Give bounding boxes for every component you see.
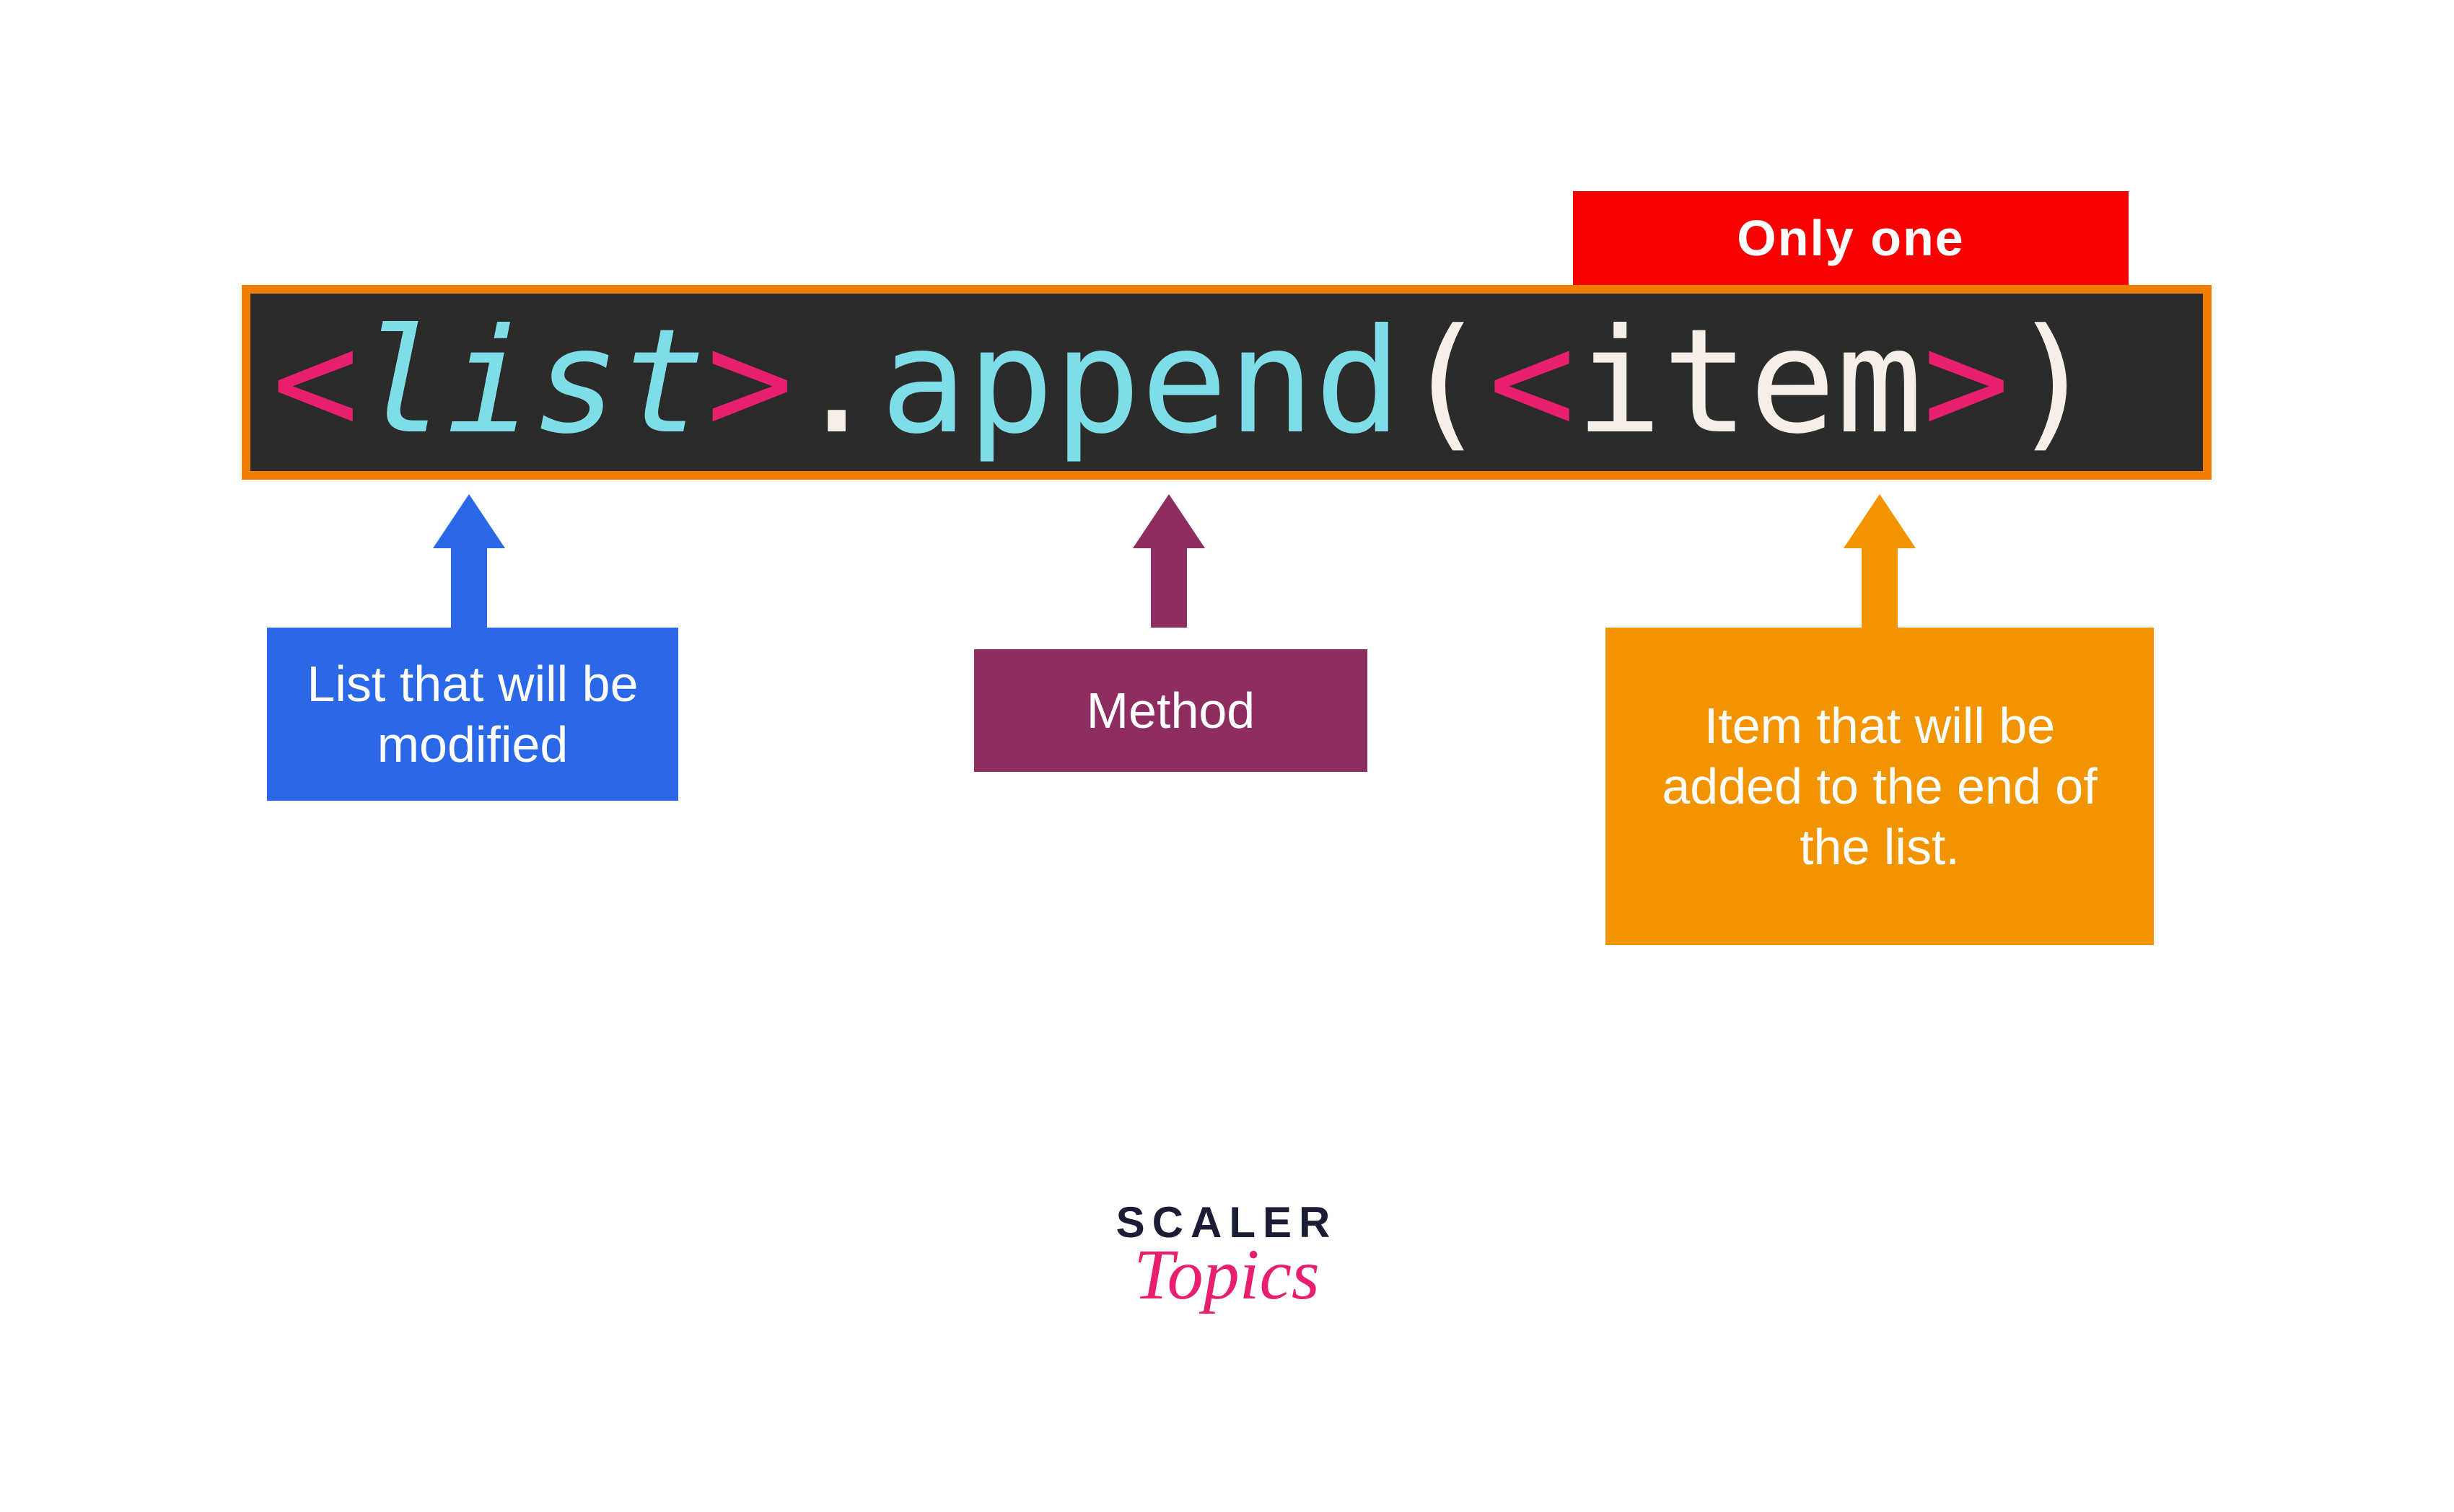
arrow-stem-icon [1862, 548, 1898, 628]
callout-item-text: Item that will be added to the end of th… [1627, 695, 2132, 877]
angle-close-2: > [1923, 310, 2010, 454]
paren-open: ( [1401, 310, 1488, 454]
callout-method: Method [974, 649, 1367, 772]
angle-open-1: < [272, 310, 359, 454]
only-one-text: Only one [1737, 209, 1964, 267]
angle-close-1: > [706, 310, 793, 454]
arrow-head-icon [1133, 494, 1205, 548]
callout-list: List that will be modified [267, 628, 678, 801]
angle-open-2: < [1489, 310, 1575, 454]
arrow-item-icon [1844, 494, 1916, 628]
callout-item: Item that will be added to the end of th… [1605, 628, 2154, 945]
callout-list-text: List that will be modified [289, 654, 657, 775]
only-one-banner: Only one [1573, 191, 2129, 285]
arrow-stem-icon [1151, 548, 1187, 628]
arrow-method-icon [1133, 494, 1205, 628]
token-list: list [359, 310, 706, 454]
arrow-head-icon [1844, 494, 1916, 548]
callout-method-text: Method [1087, 680, 1255, 741]
arrow-stem-icon [451, 548, 487, 628]
token-append: append [880, 310, 1401, 454]
paren-close: ) [2010, 310, 2096, 454]
arrow-list-icon [433, 494, 505, 628]
arrow-head-icon [433, 494, 505, 548]
scaler-topics-logo: SCALER Topics [1082, 1197, 1371, 1316]
code-syntax-bar: < list > . append ( < item > ) [242, 285, 2212, 480]
token-item: item [1575, 310, 1923, 454]
token-dot: . [793, 310, 880, 454]
diagram-canvas: Only one < list > . append ( < item > ) … [0, 0, 2454, 1512]
